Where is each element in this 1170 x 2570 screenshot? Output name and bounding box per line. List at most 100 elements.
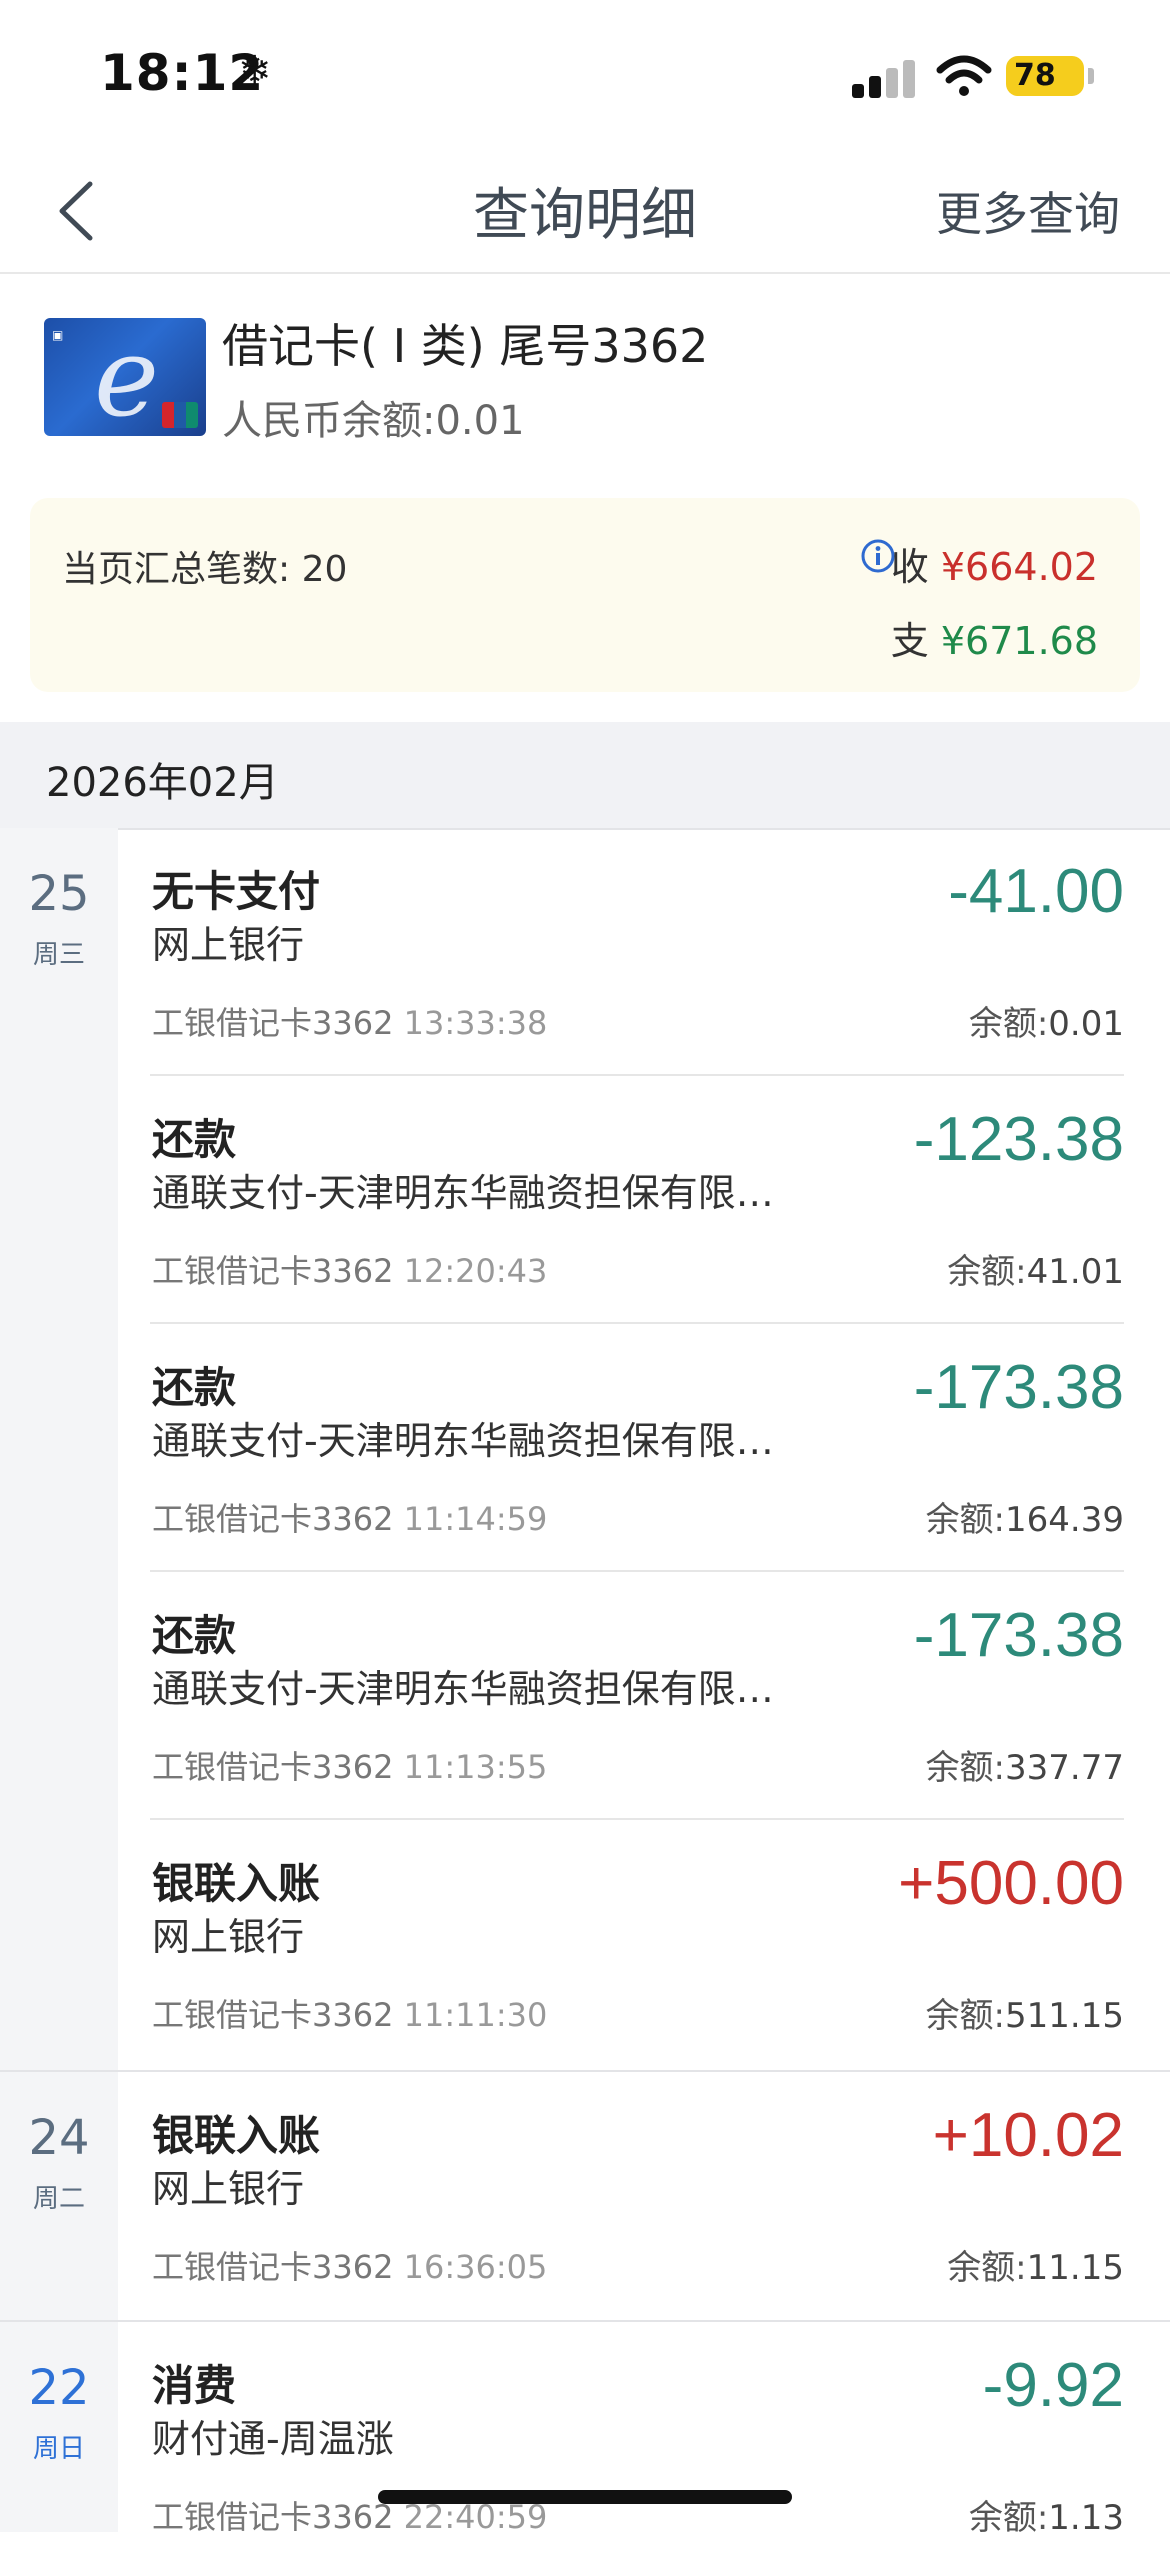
card-label: 工银借记卡3362 xyxy=(152,1748,394,1786)
transaction-title: 还款 xyxy=(152,1363,237,1412)
transaction-row[interactable]: 还款 通联支付-天津明东华融资担保有限… 工银借记卡3362 11:14:59 … xyxy=(150,1324,1124,1572)
day-group: 24 周二 银联入账 网上银行 工银借记卡3362 16:36:05 +10.0… xyxy=(0,2072,1170,2322)
home-indicator[interactable] xyxy=(378,2490,792,2504)
balance-value: 41.01 xyxy=(1026,1252,1124,1292)
balance-label: 余额: xyxy=(947,2248,1027,2288)
unionpay-logo-icon xyxy=(162,402,198,428)
card-label: 工银借记卡3362 xyxy=(152,1004,394,1042)
transaction-row[interactable]: 银联入账 网上银行 工银借记卡3362 11:11:30 +500.00 余额:… xyxy=(150,1820,1124,2068)
balance-value: 0.01 xyxy=(1048,1004,1124,1044)
date-column: 22 周日 xyxy=(0,2322,118,2532)
card-label: 工银借记卡3362 xyxy=(152,2498,394,2536)
month-header: 2026年02月 xyxy=(0,722,1170,830)
transaction-time: 13:33:38 xyxy=(403,1004,548,1042)
balance-label: 余额: xyxy=(925,1996,1006,2036)
transaction-balance: 余额:0.01 xyxy=(969,996,1124,1045)
wifi-icon xyxy=(936,55,992,96)
balance-value: 1.13 xyxy=(1048,2498,1124,2538)
transaction-row[interactable]: 无卡支付 网上银行 工银借记卡3362 13:33:38 -41.00 余额:0… xyxy=(150,828,1124,1076)
transaction-subtitle: 网上银行 xyxy=(152,1915,305,1959)
card-label: 工银借记卡3362 xyxy=(152,2248,394,2286)
transaction-title: 银联入账 xyxy=(152,1859,321,1908)
card-name: 借记卡( I 类) 尾号3362 xyxy=(222,319,709,373)
transaction-title: 无卡支付 xyxy=(152,867,321,916)
day-group: 25 周三 无卡支付 网上银行 工银借记卡3362 13:33:38 -41.0… xyxy=(0,828,1170,2072)
date-weekday: 周日 xyxy=(32,2434,85,2464)
transaction-card: 工银借记卡3362 12:20:43 xyxy=(152,1246,547,1292)
transaction-amount: -123.38 xyxy=(913,1105,1124,1174)
balance-value: 11.15 xyxy=(1026,2248,1124,2288)
battery-level: 78 xyxy=(1014,58,1056,93)
balance-label: 余额: xyxy=(968,2498,1049,2538)
date-column: 24 周二 xyxy=(0,2072,118,2320)
transaction-balance: 余额:511.15 xyxy=(926,1988,1124,2037)
balance-label: 余额: xyxy=(968,1004,1049,1044)
transaction-time: 12:20:43 xyxy=(403,1252,548,1290)
transaction-amount: -173.38 xyxy=(913,1601,1124,1670)
transaction-subtitle: 通联支付-天津明东华融资担保有限… xyxy=(152,1667,774,1711)
nav-bar: 查询明细 更多查询 xyxy=(0,150,1170,274)
date-column: 25 周三 xyxy=(0,828,118,2070)
transaction-amount: -41.00 xyxy=(948,857,1124,926)
income-label: 收 xyxy=(890,545,929,589)
transaction-subtitle: 通联支付-天津明东华融资担保有限… xyxy=(152,1419,774,1463)
date-day: 22 xyxy=(28,2360,90,2416)
transaction-row[interactable]: 还款 通联支付-天津明东华融资担保有限… 工银借记卡3362 12:20:43 … xyxy=(150,1076,1124,1324)
battery-tip xyxy=(1088,68,1094,84)
balance-label: 余额: xyxy=(925,1500,1006,1540)
more-query-button[interactable]: 更多查询 xyxy=(936,178,1120,244)
page-summary: 当页汇总笔数: 20 收 ¥664.02 支 ¥671.68 xyxy=(30,498,1140,692)
transaction-balance: 余额:337.77 xyxy=(926,1740,1124,1789)
balance-value: 164.39 xyxy=(1005,1500,1124,1540)
transaction-amount: -9.92 xyxy=(982,2351,1124,2420)
transaction-row[interactable]: 消费 财付通-周温涨 工银借记卡3362 22:40:59 -9.92 余额:1… xyxy=(150,2322,1124,2570)
expense-amount: ¥671.68 xyxy=(940,619,1098,663)
transaction-time: 11:14:59 xyxy=(403,1500,548,1538)
transaction-time: 16:36:05 xyxy=(403,2248,548,2286)
transaction-time: 11:11:30 xyxy=(403,1996,548,2034)
transaction-balance: 余额:41.01 xyxy=(947,1244,1124,1293)
card-label: 工银借记卡3362 xyxy=(152,1996,394,2034)
transaction-row[interactable]: 还款 通联支付-天津明东华融资担保有限… 工银借记卡3362 11:13:55 … xyxy=(150,1572,1124,1820)
transaction-title: 银联入账 xyxy=(152,2111,321,2160)
transaction-balance: 余额:164.39 xyxy=(926,1492,1124,1541)
card-balance: 人民币余额:0.01 xyxy=(222,398,525,444)
transaction-subtitle: 网上银行 xyxy=(152,2167,305,2211)
date-day: 25 xyxy=(28,866,90,922)
transaction-card: 工银借记卡3362 16:36:05 xyxy=(152,2242,547,2288)
summary-expense: 支 ¥671.68 xyxy=(891,610,1098,665)
balance-label: 余额: xyxy=(925,1748,1006,1788)
expense-label: 支 xyxy=(890,619,929,663)
date-weekday: 周二 xyxy=(32,2184,85,2214)
status-bar: 18:12 ❄ 78 xyxy=(0,0,1170,150)
transaction-amount: -173.38 xyxy=(913,1353,1124,1422)
transaction-balance: 余额:11.15 xyxy=(947,2240,1124,2289)
transaction-card: 工银借记卡3362 11:13:55 xyxy=(152,1742,547,1788)
summary-income: 收 ¥664.02 xyxy=(891,536,1098,591)
date-weekday: 周三 xyxy=(32,940,85,970)
battery-icon: 78 xyxy=(1006,56,1084,96)
income-amount: ¥664.02 xyxy=(940,545,1098,589)
balance-label: 余额: xyxy=(947,1252,1027,1292)
summary-count: 当页汇总笔数: 20 xyxy=(62,549,348,590)
transaction-title: 还款 xyxy=(152,1611,237,1660)
transaction-amount: +10.02 xyxy=(932,2101,1124,2170)
balance-value: 511.15 xyxy=(1005,1996,1124,2036)
date-day: 24 xyxy=(28,2110,90,2166)
snowflake-icon: ❄ xyxy=(238,48,272,94)
transaction-time: 11:13:55 xyxy=(403,1748,548,1786)
cellular-signal-icon xyxy=(852,58,916,98)
balance-value: 337.77 xyxy=(1005,1748,1124,1788)
bank-logo-icon: ▣ xyxy=(52,328,64,342)
transaction-card: 工银借记卡3362 13:33:38 xyxy=(152,998,547,1044)
card-label: 工银借记卡3362 xyxy=(152,1500,394,1538)
card-image: ▣ e xyxy=(44,318,206,436)
card-label: 工银借记卡3362 xyxy=(152,1252,394,1290)
transaction-title: 消费 xyxy=(152,2361,237,2410)
transaction-title: 还款 xyxy=(152,1115,237,1164)
transaction-row[interactable]: 银联入账 网上银行 工银借记卡3362 16:36:05 +10.02 余额:1… xyxy=(150,2072,1124,2320)
transaction-card: 工银借记卡3362 11:11:30 xyxy=(152,1990,547,2036)
transaction-amount: +500.00 xyxy=(898,1849,1124,1918)
transaction-card: 工银借记卡3362 11:14:59 xyxy=(152,1494,547,1540)
transaction-subtitle: 网上银行 xyxy=(152,923,305,967)
